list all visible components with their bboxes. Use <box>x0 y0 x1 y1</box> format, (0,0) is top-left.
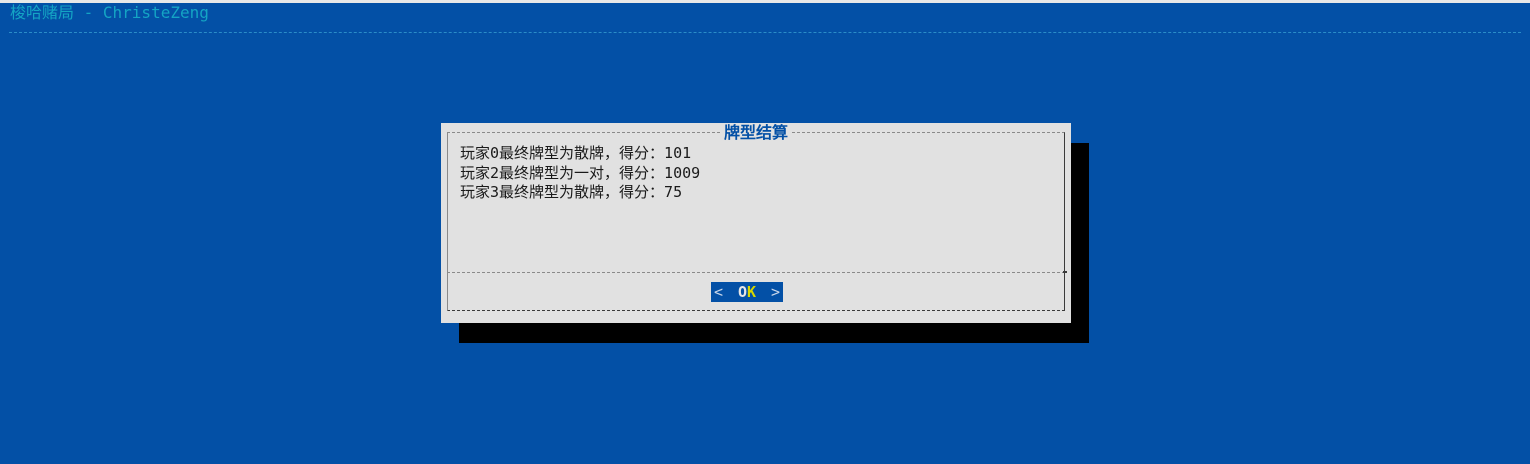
ok-button-label: OK <box>738 282 756 302</box>
backtitle-rule <box>9 32 1521 33</box>
result-dialog: 牌型结算 玩家0最终牌型为散牌，得分：101 玩家2最终牌型为一对，得分：100… <box>441 123 1071 323</box>
dialog-separator <box>447 272 1065 273</box>
ok-hotkey-letter: K <box>747 283 757 301</box>
ok-button[interactable]: < OK > <box>711 282 783 302</box>
ok-label-first: O <box>737 283 747 301</box>
dialog-title: 牌型结算 <box>721 123 790 142</box>
backtitle: 梭哈赌局 - ChristeZeng <box>10 3 209 22</box>
message-line: 玩家2最终牌型为一对，得分：1009 <box>460 163 701 182</box>
window-top-strip <box>0 0 1530 3</box>
separator-tick <box>1063 271 1067 273</box>
button-left-arrow: < <box>714 283 724 301</box>
button-right-arrow: > <box>770 283 780 301</box>
dialog-title-wrap: 牌型结算 <box>441 123 1071 143</box>
message-line: 玩家3最终牌型为散牌，得分：75 <box>460 183 683 201</box>
message-line: 玩家0最终牌型为散牌，得分：101 <box>460 144 692 162</box>
dialog-message: 玩家0最终牌型为散牌，得分：101 玩家2最终牌型为一对，得分：1009 玩家3… <box>460 144 700 203</box>
